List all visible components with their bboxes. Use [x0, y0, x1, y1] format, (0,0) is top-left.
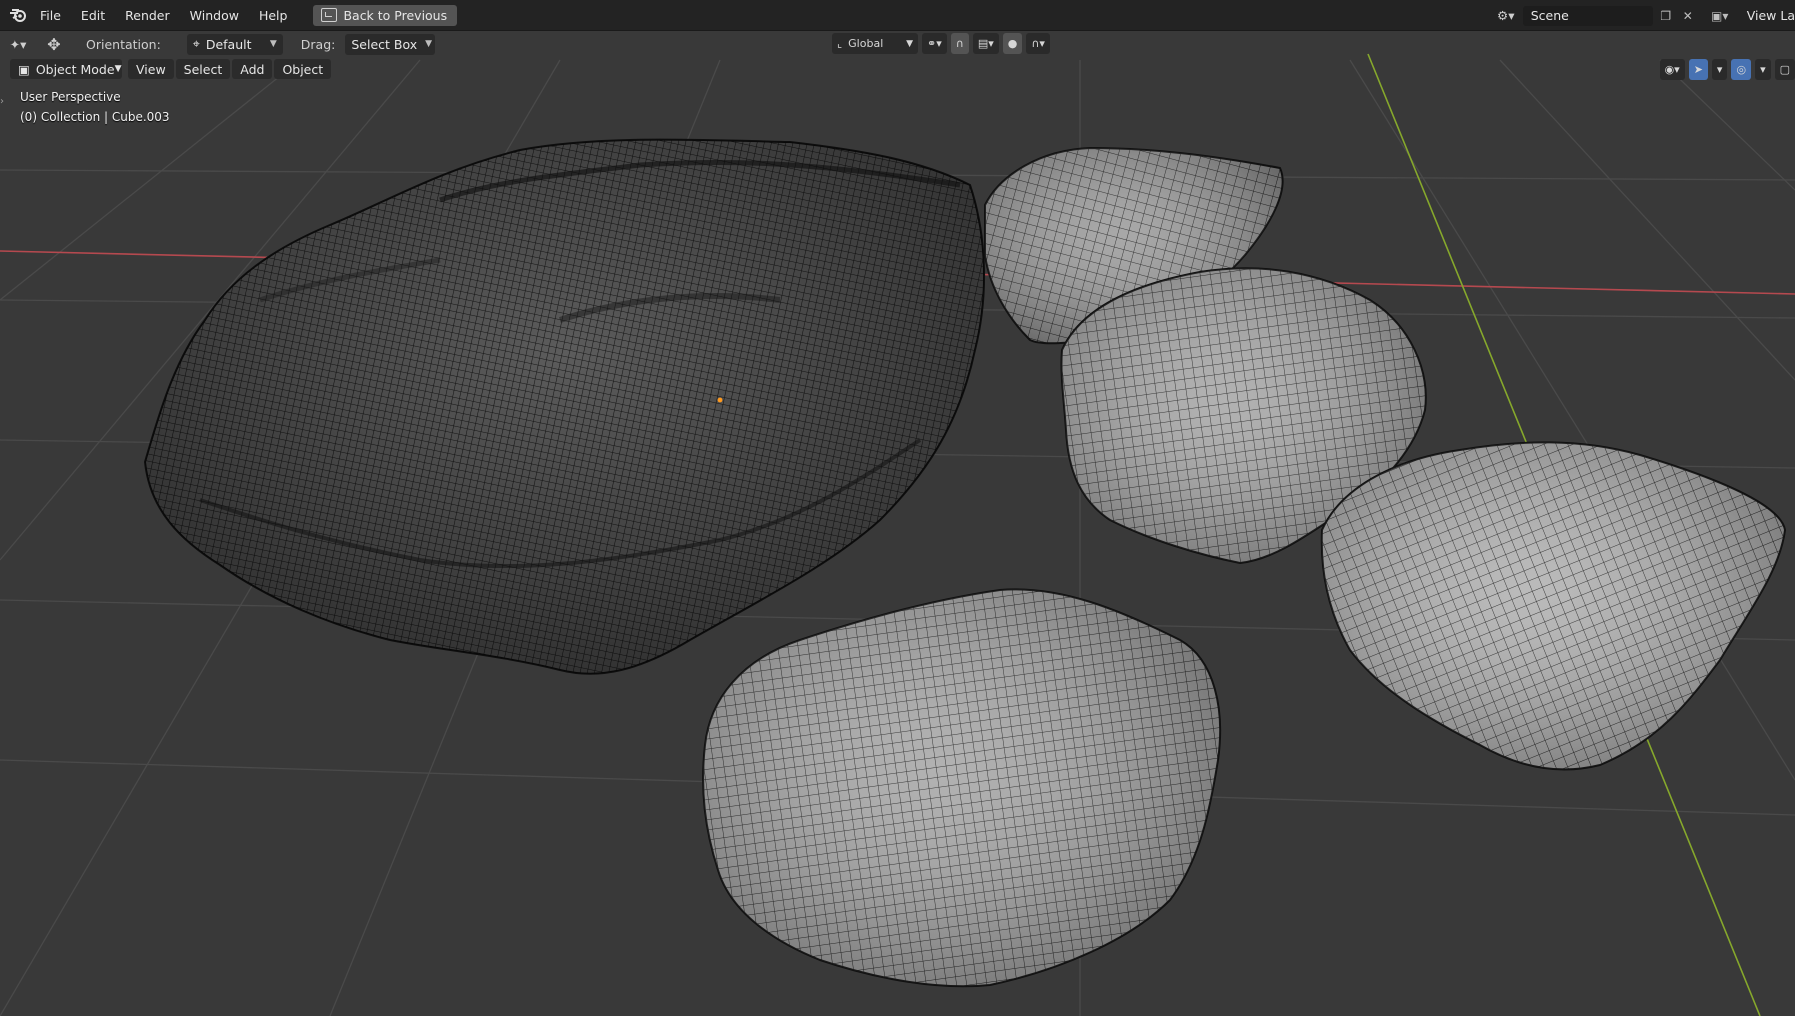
- transform-orientation-dropdown[interactable]: ⌞ Global ▼: [832, 33, 918, 54]
- viewport-header: ▣ Object Mode ▼ View Select Add Object ◉…: [0, 57, 1795, 81]
- view-layer-label[interactable]: View La: [1743, 8, 1795, 23]
- viewport-perspective-label: User Perspective: [20, 90, 121, 104]
- menu-file[interactable]: File: [30, 4, 71, 27]
- back-to-previous-button[interactable]: Back to Previous: [313, 4, 458, 26]
- menu-help[interactable]: Help: [249, 4, 298, 27]
- chevron-down-icon: ▼: [114, 64, 122, 74]
- new-scene-icon[interactable]: ❐: [1657, 7, 1675, 25]
- viewport-collection-label: (0) Collection | Cube.003: [20, 110, 170, 124]
- menu-window[interactable]: Window: [180, 4, 249, 27]
- orientation-axes-icon: ⌖: [192, 36, 200, 51]
- gizmo-dropdown-icon[interactable]: ▾: [1711, 59, 1728, 80]
- object-mode-dropdown[interactable]: ▣ Object Mode ▼: [10, 59, 122, 79]
- scene-icon[interactable]: ⚙▾: [1495, 7, 1517, 25]
- tool-header: ✦▾ ✥ Orientation: ⌖ Default ▼ Drag: Sele…: [0, 31, 1795, 57]
- snap-target-icon[interactable]: ▤▾: [972, 33, 999, 54]
- orientation-value: Default: [205, 36, 252, 52]
- top-menu-bar: File Edit Render Window Help Back to Pre…: [0, 0, 1795, 31]
- transform-space-value: Global: [848, 37, 884, 50]
- menu-render[interactable]: Render: [115, 4, 180, 27]
- chevron-down-icon: ▼: [906, 38, 913, 49]
- drag-dropdown[interactable]: Select Box ▼: [345, 33, 436, 55]
- eye-icon[interactable]: ◉▾: [1659, 59, 1685, 80]
- orientation-dropdown[interactable]: ⌖ Default ▼: [186, 33, 283, 55]
- rock-right-mesh: [1320, 441, 1787, 771]
- sidebar-toggle-icon[interactable]: ›: [0, 96, 8, 110]
- back-to-previous-icon: [321, 8, 338, 22]
- overlays-dropdown-icon[interactable]: ▾: [1755, 59, 1771, 80]
- drag-value: Select Box: [351, 36, 418, 52]
- menu-object[interactable]: Object: [274, 59, 332, 79]
- scene-name-field[interactable]: Scene: [1522, 5, 1653, 26]
- pivot-point-icon[interactable]: ⚭▾: [922, 33, 947, 54]
- menu-add[interactable]: Add: [232, 59, 273, 79]
- chevron-down-icon: ▼: [269, 39, 277, 49]
- rock-large-mesh: [143, 138, 986, 675]
- object-mode-value: Object Mode: [35, 61, 115, 77]
- falloff-icon[interactable]: ∩▾: [1026, 33, 1050, 54]
- 3d-viewport[interactable]: [0, 0, 1795, 1016]
- view-layer-icon[interactable]: ▣▾: [1711, 7, 1729, 25]
- object-origin-dot: [717, 397, 723, 403]
- overlays-icon[interactable]: ◎: [1731, 59, 1752, 80]
- back-to-previous-label: Back to Previous: [343, 7, 448, 23]
- proportional-edit-icon[interactable]: ●: [1002, 33, 1023, 54]
- gizmo-icon[interactable]: ➤: [1688, 59, 1708, 80]
- tool-settings-icon[interactable]: ✦▾: [4, 33, 32, 55]
- xray-icon[interactable]: ▢: [1774, 59, 1795, 80]
- object-mode-icon: ▣: [18, 61, 30, 77]
- global-axes-icon: ⌞: [837, 37, 843, 50]
- move-tool-icon[interactable]: ✥: [40, 33, 68, 55]
- menu-select[interactable]: Select: [175, 59, 231, 79]
- menu-edit[interactable]: Edit: [71, 4, 115, 27]
- drag-label: Drag:: [300, 36, 336, 52]
- magnet-icon[interactable]: ∩: [950, 33, 969, 54]
- rock-bottom-mesh: [702, 588, 1222, 988]
- orientation-label: Orientation:: [86, 36, 161, 52]
- menu-view[interactable]: View: [128, 59, 174, 79]
- blender-logo-icon[interactable]: [6, 3, 30, 27]
- close-icon[interactable]: ✕: [1679, 7, 1697, 25]
- chevron-down-icon: ▼: [425, 39, 433, 49]
